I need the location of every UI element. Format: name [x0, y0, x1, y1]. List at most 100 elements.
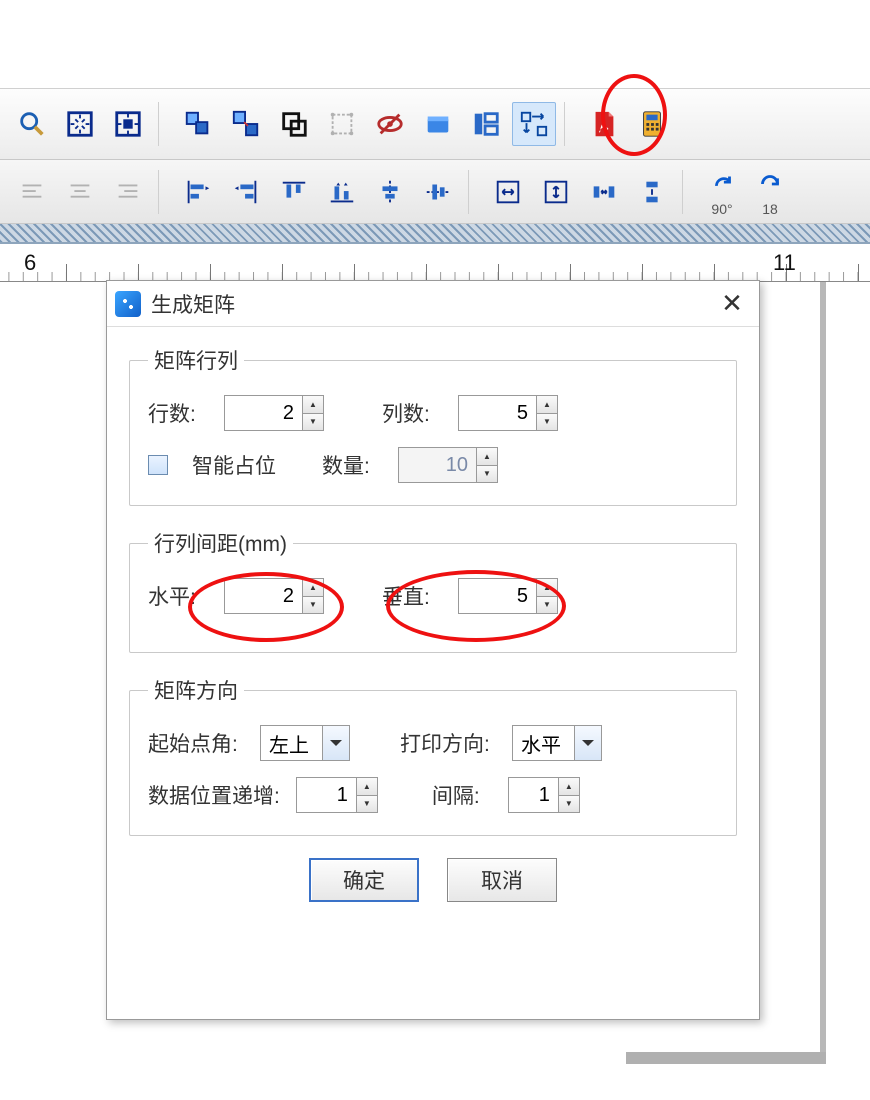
data-inc-spinner[interactable]: ▲▼ — [296, 777, 378, 813]
combine-shapes-icon[interactable] — [272, 102, 316, 146]
align-bottom-icon[interactable] — [320, 170, 364, 214]
cancel-button-label: 取消 — [481, 865, 523, 895]
group-spacing: 行列间距(mm) 水平: ▲▼ 垂直: ▲▼ — [129, 528, 737, 653]
distribute-h-icon[interactable] — [582, 170, 626, 214]
group-direction-legend: 矩阵方向 — [148, 675, 244, 705]
dialog-titlebar[interactable]: 生成矩阵 ✕ — [107, 281, 759, 327]
distribute-v-icon[interactable] — [630, 170, 674, 214]
spin-up-icon[interactable]: ▲ — [303, 579, 323, 597]
panel-layout-icon[interactable] — [464, 102, 508, 146]
page-center-h-icon[interactable] — [486, 170, 530, 214]
spin-down-icon[interactable]: ▼ — [559, 796, 579, 813]
chevron-down-icon[interactable] — [574, 725, 602, 761]
rotate-180-label: 18 — [753, 201, 787, 217]
toolbar-separator — [468, 170, 478, 214]
spin-up-icon[interactable]: ▲ — [357, 778, 377, 796]
spin-up-icon[interactable]: ▲ — [537, 396, 557, 414]
window-top-gap — [0, 0, 870, 88]
ok-button[interactable]: 确定 — [309, 858, 419, 902]
pdf-icon[interactable] — [582, 102, 626, 146]
rotate-180-icon[interactable] — [748, 167, 792, 201]
ruler-hatch — [0, 224, 870, 244]
cols-label: 列数: — [382, 398, 442, 428]
hspacing-label: 水平: — [148, 581, 208, 611]
hspacing-spinner[interactable]: ▲▼ — [224, 578, 324, 614]
cols-spinner[interactable]: ▲▼ — [458, 395, 558, 431]
matrix-dialog: 生成矩阵 ✕ 矩阵行列 行数: ▲▼ 列数: ▲▼ 智能占位 — [106, 280, 760, 1020]
qty-input — [398, 447, 476, 483]
chevron-down-icon[interactable] — [322, 725, 350, 761]
spin-down-icon[interactable]: ▼ — [303, 414, 323, 431]
data-inc-input[interactable] — [296, 777, 356, 813]
group-rows-cols-legend: 矩阵行列 — [148, 345, 244, 375]
toolbar-separator — [564, 102, 574, 146]
rows-spinner[interactable]: ▲▼ — [224, 395, 324, 431]
align-top-icon[interactable] — [272, 170, 316, 214]
cols-input[interactable] — [458, 395, 536, 431]
spin-up-icon: ▲ — [477, 448, 497, 466]
select-outer-icon[interactable] — [58, 102, 102, 146]
spin-up-icon[interactable]: ▲ — [303, 396, 323, 414]
ruler-horizontal: 6 11 — [0, 244, 870, 282]
toolbar-separator — [158, 102, 168, 146]
align-right-text-icon[interactable] — [106, 170, 150, 214]
cancel-button[interactable]: 取消 — [447, 858, 557, 902]
center-horizontal-icon[interactable] — [416, 170, 460, 214]
start-corner-select[interactable] — [260, 725, 350, 761]
group-squares-icon[interactable] — [176, 102, 220, 146]
calculator-icon[interactable] — [630, 102, 674, 146]
print-dir-label: 打印方向: — [400, 728, 496, 758]
dialog-icon — [115, 291, 141, 317]
page-center-v-icon[interactable] — [534, 170, 578, 214]
group-direction: 矩阵方向 起始点角: 打印方向: 数据位置递增: ▲▼ — [129, 675, 737, 836]
rotate-90-label: 90° — [705, 201, 739, 217]
qty-spinner: ▲▼ — [398, 447, 498, 483]
eye-off-icon[interactable] — [368, 102, 412, 146]
spin-down-icon[interactable]: ▼ — [537, 597, 557, 614]
search-icon[interactable] — [10, 102, 54, 146]
align-left-icon[interactable] — [176, 170, 220, 214]
start-corner-value[interactable] — [260, 725, 322, 761]
print-dir-value[interactable] — [512, 725, 574, 761]
gap-spinner[interactable]: ▲▼ — [508, 777, 580, 813]
align-left-text-icon[interactable] — [10, 170, 54, 214]
ungroup-squares-icon[interactable] — [224, 102, 268, 146]
gap-input[interactable] — [508, 777, 558, 813]
spin-down-icon[interactable]: ▼ — [357, 796, 377, 813]
folder-icon[interactable] — [416, 102, 460, 146]
qty-label: 数量: — [322, 450, 382, 480]
spin-up-icon[interactable]: ▲ — [537, 579, 557, 597]
ruler-mark: 6 — [24, 250, 36, 276]
start-corner-label: 起始点角: — [148, 728, 244, 758]
close-icon[interactable]: ✕ — [715, 287, 749, 321]
spin-down-icon[interactable]: ▼ — [537, 414, 557, 431]
rows-input[interactable] — [224, 395, 302, 431]
gap-label: 间隔: — [432, 780, 492, 810]
select-inner-icon[interactable] — [106, 102, 150, 146]
ruler-mark: 11 — [773, 250, 796, 276]
spin-down-icon: ▼ — [477, 466, 497, 483]
vspacing-spinner[interactable]: ▲▼ — [458, 578, 558, 614]
group-rows-cols: 矩阵行列 行数: ▲▼ 列数: ▲▼ 智能占位 数量: — [129, 345, 737, 506]
smart-checkbox[interactable] — [148, 455, 168, 475]
print-dir-select[interactable] — [512, 725, 602, 761]
rows-label: 行数: — [148, 398, 208, 428]
matrix-generate-icon[interactable] — [512, 102, 556, 146]
center-vertical-icon[interactable] — [368, 170, 412, 214]
spin-up-icon[interactable]: ▲ — [559, 778, 579, 796]
vspacing-input[interactable] — [458, 578, 536, 614]
hspacing-input[interactable] — [224, 578, 302, 614]
align-center-text-icon[interactable] — [58, 170, 102, 214]
toolbar-separator — [158, 170, 168, 214]
toolbar-separator — [682, 170, 692, 214]
spin-down-icon[interactable]: ▼ — [303, 597, 323, 614]
data-inc-label: 数据位置递增: — [148, 780, 280, 810]
dialog-title: 生成矩阵 — [151, 289, 235, 319]
transform-icon[interactable] — [320, 102, 364, 146]
ok-button-label: 确定 — [343, 865, 385, 895]
smart-label: 智能占位 — [192, 450, 276, 480]
rotate-90-icon[interactable] — [700, 167, 744, 201]
align-right-icon[interactable] — [224, 170, 268, 214]
vspacing-label: 垂直: — [382, 581, 442, 611]
group-spacing-legend: 行列间距(mm) — [148, 528, 293, 558]
